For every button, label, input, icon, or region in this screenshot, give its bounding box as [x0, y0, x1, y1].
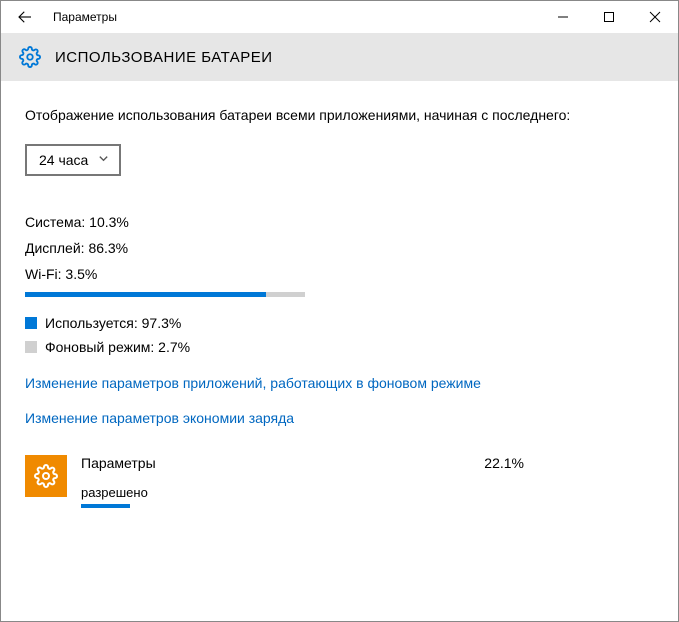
swatch-blue-icon [25, 317, 37, 329]
app-usage-bar-fill [81, 504, 130, 508]
app-percent: 22.1% [484, 455, 654, 471]
legend-background-label: Фоновый режим: 2.7% [45, 339, 190, 355]
usage-bar-fill [25, 292, 266, 297]
app-list-item[interactable]: Параметры 22.1% разрешено [25, 455, 654, 508]
link-background-apps[interactable]: Изменение параметров приложений, работаю… [25, 373, 525, 394]
back-button[interactable] [1, 1, 49, 33]
content-area: Отображение использования батареи всеми … [1, 81, 678, 508]
window-controls [540, 1, 678, 33]
app-usage-bar [81, 504, 491, 508]
usage-legend: Используется: 97.3% Фоновый режим: 2.7% [25, 315, 654, 355]
stat-system: Система: 10.3% [25, 214, 654, 230]
time-period-value: 24 часа [39, 152, 88, 168]
stat-wifi: Wi-Fi: 3.5% [25, 266, 654, 282]
link-battery-saver[interactable]: Изменение параметров экономии заряда [25, 408, 525, 429]
time-period-select[interactable]: 24 часа [25, 144, 121, 176]
stat-display: Дисплей: 86.3% [25, 240, 654, 256]
close-button[interactable] [632, 1, 678, 33]
gear-icon [19, 46, 41, 68]
swatch-gray-icon [25, 341, 37, 353]
usage-bar [25, 292, 305, 297]
legend-background: Фоновый режим: 2.7% [25, 339, 654, 355]
app-settings-icon [25, 455, 67, 497]
titlebar: Параметры [1, 1, 678, 33]
minimize-button[interactable] [540, 1, 586, 33]
app-info: Параметры 22.1% разрешено [81, 455, 654, 508]
chevron-down-icon [98, 153, 109, 167]
legend-in-use: Используется: 97.3% [25, 315, 654, 331]
maximize-button[interactable] [586, 1, 632, 33]
page-title: ИСПОЛЬЗОВАНИЕ БАТАРЕИ [55, 49, 273, 66]
description-text: Отображение использования батареи всеми … [25, 105, 654, 126]
window-title: Параметры [49, 10, 540, 24]
app-status: разрешено [81, 485, 654, 500]
system-stats: Система: 10.3% Дисплей: 86.3% Wi-Fi: 3.5… [25, 214, 654, 297]
legend-in-use-label: Используется: 97.3% [45, 315, 181, 331]
app-name: Параметры [81, 455, 484, 471]
page-header: ИСПОЛЬЗОВАНИЕ БАТАРЕИ [1, 33, 678, 81]
